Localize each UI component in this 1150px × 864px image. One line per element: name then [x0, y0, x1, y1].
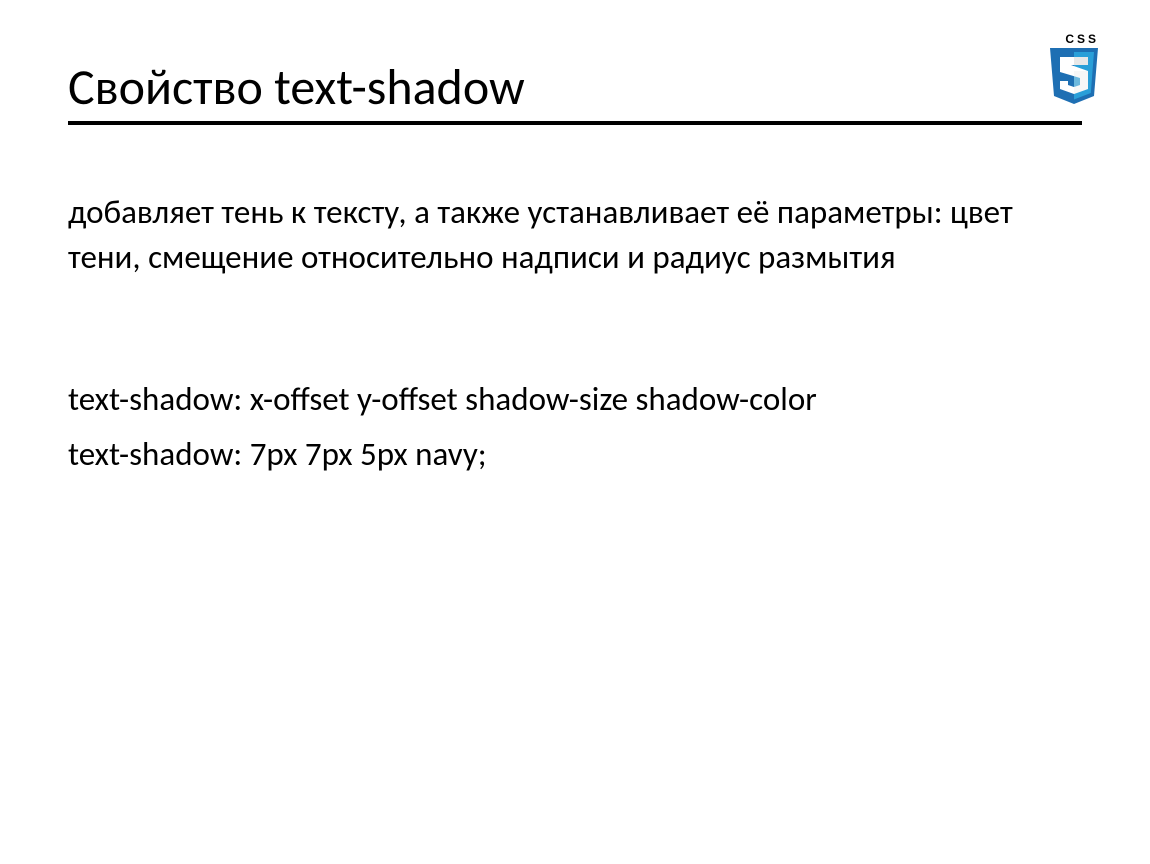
- spacer: [68, 289, 1082, 377]
- description-text: добавляет тень к тексту, а также устанав…: [68, 190, 1082, 279]
- slide: CSS Свойство text-shadow добавляет тень …: [0, 0, 1150, 864]
- example-line: text-shadow: 7px 7px 5px navy;: [68, 432, 1082, 477]
- syntax-line: text-shadow: x-offset y-offset shadow-si…: [68, 377, 1082, 422]
- slide-body: добавляет тень к тексту, а также устанав…: [68, 190, 1082, 486]
- slide-title: Свойство text-shadow: [68, 60, 1082, 115]
- slide-header: Свойство text-shadow: [68, 60, 1082, 125]
- css3-logo-text: CSS: [1048, 32, 1100, 46]
